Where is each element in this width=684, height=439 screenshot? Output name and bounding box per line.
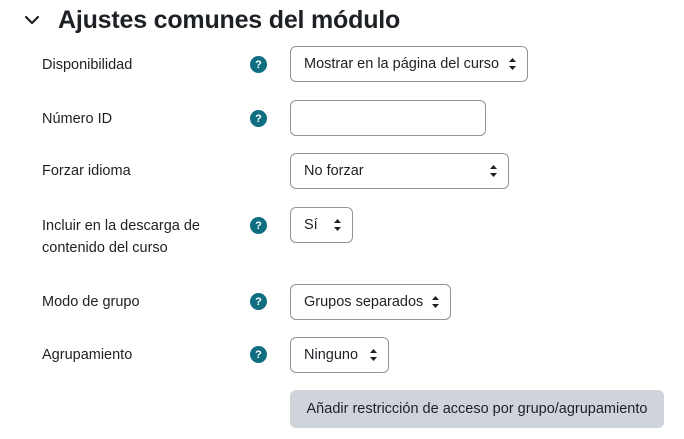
idnumber-row: Número ID ? <box>0 100 684 136</box>
availability-row: Disponibilidad ? Mostrar en la página de… <box>0 46 684 84</box>
caret-updown-icon <box>432 296 439 308</box>
force-language-row: Forzar idioma No forzar <box>0 153 684 189</box>
help-icon[interactable]: ? <box>250 346 267 363</box>
grouping-select-value: Ninguno <box>304 347 359 363</box>
add-group-restriction-button[interactable]: Añadir restricción de acceso por grupo/a… <box>290 390 664 428</box>
section-header: Ajustes comunes del módulo <box>24 4 400 36</box>
availability-select-value: Mostrar en la página del curso <box>304 56 500 72</box>
chevron-down-icon[interactable] <box>24 11 42 29</box>
force-language-select-value: No forzar <box>304 163 364 179</box>
group-mode-row: Modo de grupo ? Grupos separados <box>0 284 684 320</box>
download-content-row: Incluir en la descarga de contenido del … <box>0 207 684 261</box>
force-language-select[interactable]: No forzar <box>290 153 509 189</box>
availability-label: Disponibilidad <box>42 57 133 73</box>
grouping-select[interactable]: Ninguno <box>290 337 389 373</box>
idnumber-label: Número ID <box>42 111 113 127</box>
group-mode-select[interactable]: Grupos separados <box>290 284 451 320</box>
section-title: Ajustes comunes del módulo <box>58 5 401 34</box>
grouping-label: Agrupamiento <box>42 347 133 363</box>
caret-updown-icon <box>370 349 377 361</box>
grouping-row: Agrupamiento ? Ninguno <box>0 337 684 373</box>
help-icon[interactable]: ? <box>250 110 267 127</box>
help-icon[interactable]: ? <box>250 293 267 310</box>
idnumber-input[interactable] <box>290 100 486 136</box>
group-mode-select-value: Grupos separados <box>304 294 424 310</box>
caret-updown-icon <box>509 58 516 70</box>
download-content-label: Incluir en la descarga de contenido del … <box>42 218 200 256</box>
caret-updown-icon <box>490 165 497 177</box>
caret-updown-icon <box>334 219 341 231</box>
download-content-select[interactable]: Sí <box>290 207 353 243</box>
availability-select[interactable]: Mostrar en la página del curso <box>290 46 528 82</box>
force-language-label: Forzar idioma <box>42 163 131 179</box>
help-icon[interactable]: ? <box>250 56 267 73</box>
download-content-select-value: Sí <box>304 217 318 233</box>
help-icon[interactable]: ? <box>250 217 267 234</box>
group-mode-label: Modo de grupo <box>42 294 140 310</box>
